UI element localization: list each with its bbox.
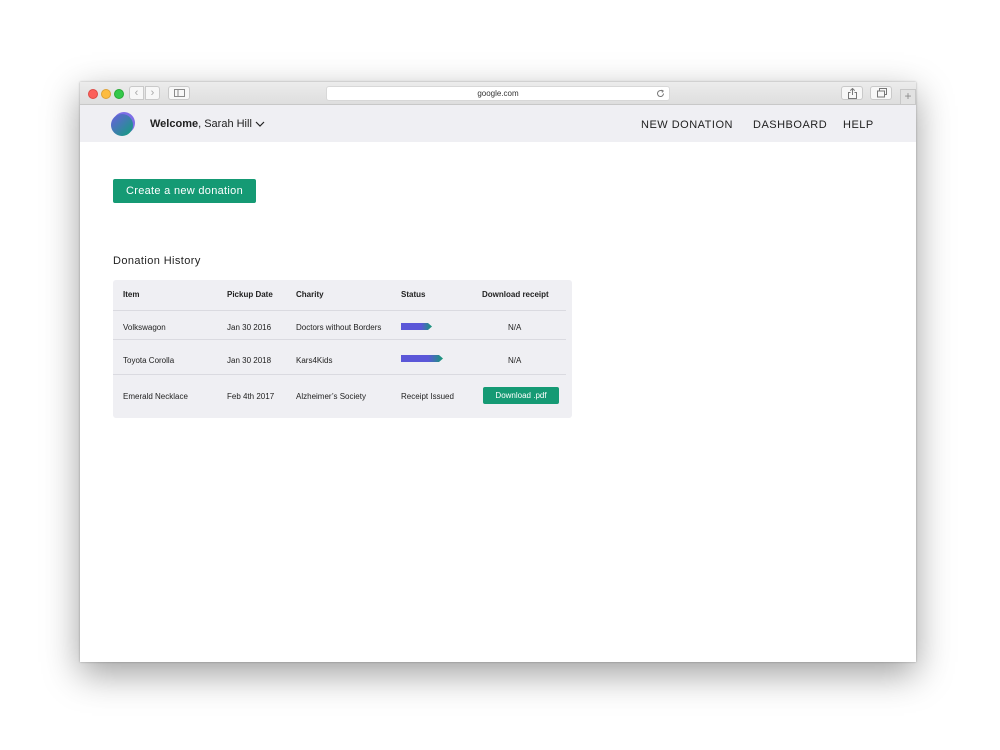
- cell-item: Toyota Corolla: [123, 356, 175, 365]
- nav-dashboard[interactable]: DASHBOARD: [753, 119, 827, 131]
- column-header-charity: Charity: [296, 290, 324, 299]
- nav-help[interactable]: HELP: [843, 119, 874, 131]
- row-divider: [113, 374, 566, 375]
- zoom-window-button[interactable]: [114, 89, 124, 99]
- address-bar[interactable]: google.com: [326, 86, 670, 101]
- forward-icon[interactable]: ›: [145, 86, 160, 100]
- column-header-pickup-date: Pickup Date: [227, 290, 273, 299]
- user-name: , Sarah Hill: [198, 118, 252, 130]
- donation-history-table: Item Pickup Date Charity Status Download…: [113, 280, 572, 418]
- close-window-button[interactable]: [88, 89, 98, 99]
- welcome-user-menu[interactable]: Welcome, Sarah Hill: [150, 118, 252, 130]
- create-donation-button[interactable]: Create a new donation: [113, 179, 256, 203]
- logo: [111, 112, 135, 136]
- browser-window: ‹ › google.com Welcome, Sarah Hill NEW D…: [80, 82, 916, 662]
- cell-receipt: N/A: [508, 356, 522, 365]
- donation-history-title: Donation History: [113, 255, 201, 267]
- back-icon[interactable]: ‹: [129, 86, 144, 100]
- tabs-icon[interactable]: [870, 86, 892, 100]
- status-progress-fill: [401, 355, 443, 362]
- cell-item: Emerald Necklace: [123, 392, 188, 401]
- welcome-label: Welcome: [150, 118, 199, 130]
- chevron-down-icon[interactable]: [255, 121, 265, 127]
- cell-status: Receipt Issued: [401, 392, 454, 401]
- status-progress-bar: [401, 355, 443, 362]
- cell-charity: Doctors without Borders: [296, 323, 382, 332]
- cell-charity: Alzheimer’s Society: [296, 392, 366, 401]
- download-pdf-button[interactable]: Download .pdf: [483, 387, 559, 404]
- row-divider: [113, 310, 566, 311]
- cell-pickup-date: Feb 4th 2017: [227, 392, 275, 401]
- browser-toolbar: ‹ › google.com: [80, 82, 916, 105]
- minimize-window-button[interactable]: [101, 89, 111, 99]
- cell-item: Volkswagon: [123, 323, 166, 332]
- cell-charity: Kars4Kids: [296, 356, 333, 365]
- app-header: Welcome, Sarah Hill NEW DONATION DASHBOA…: [80, 105, 916, 142]
- new-tab-button[interactable]: +: [900, 89, 916, 105]
- cell-receipt: N/A: [508, 323, 522, 332]
- row-divider: [113, 339, 566, 340]
- status-progress-fill: [401, 323, 432, 330]
- cell-pickup-date: Jan 30 2016: [227, 323, 272, 332]
- cell-pickup-date: Jan 30 2018: [227, 356, 272, 365]
- status-progress-bar: [401, 323, 432, 330]
- url-text: google.com: [477, 89, 519, 98]
- column-header-status: Status: [401, 290, 426, 299]
- column-header-download-receipt: Download receipt: [482, 290, 549, 299]
- share-icon[interactable]: [841, 86, 863, 100]
- sidebar-icon[interactable]: [168, 86, 190, 100]
- reload-icon[interactable]: [656, 89, 665, 98]
- nav-new-donation[interactable]: NEW DONATION: [641, 119, 733, 131]
- column-header-item: Item: [123, 290, 140, 299]
